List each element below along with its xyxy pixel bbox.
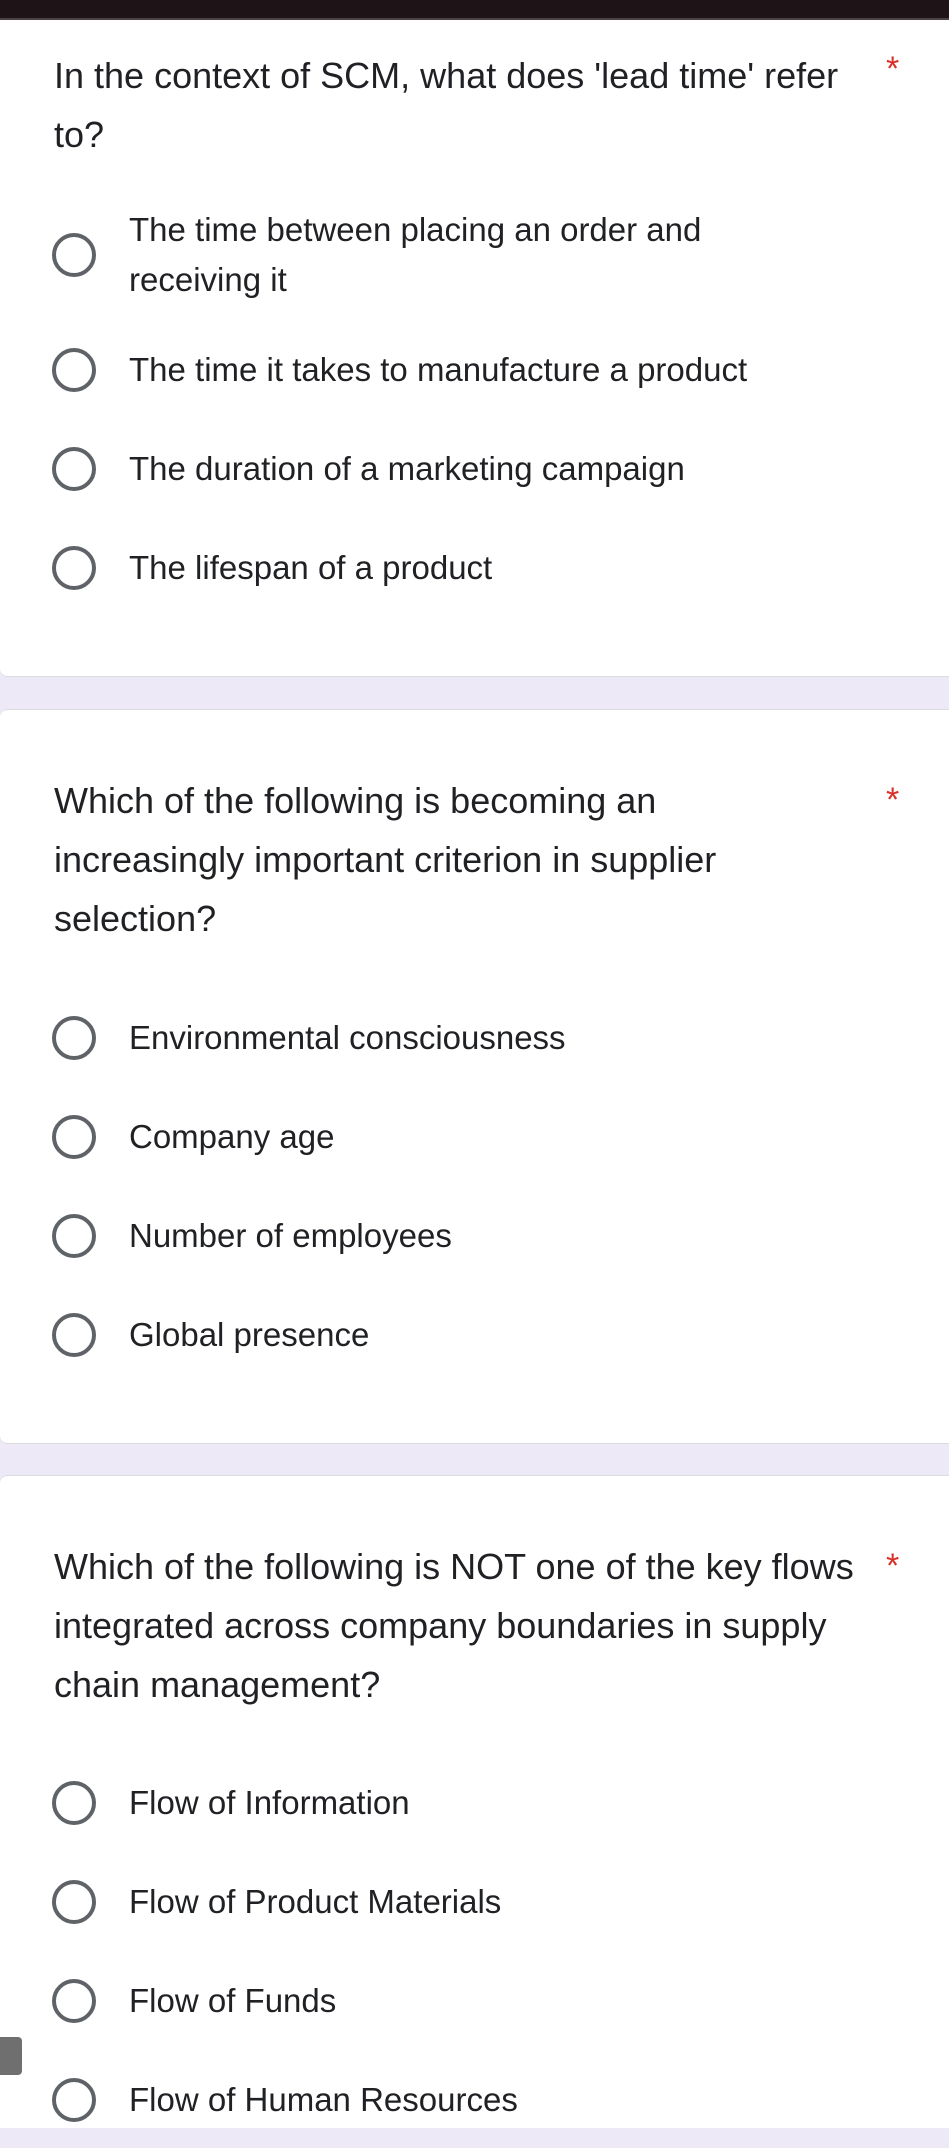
option-label: The time between placing an order and re… (129, 211, 702, 298)
radio-button-icon[interactable] (52, 546, 96, 590)
radio-button-icon[interactable] (52, 233, 96, 277)
question-title: In the context of SCM, what does 'lead t… (54, 55, 839, 155)
radio-button-icon[interactable] (52, 1313, 96, 1357)
radio-option[interactable]: The time it takes to manufacture a produ… (52, 340, 912, 400)
required-asterisk: * (886, 781, 900, 819)
question-card-2: Which of the following is becoming an in… (0, 709, 949, 1444)
scroll-handle[interactable] (0, 2037, 22, 2075)
radio-button-icon[interactable] (52, 348, 96, 392)
option-label: Global presence (129, 1316, 370, 1353)
option-label: Flow of Human Resources (129, 2081, 518, 2118)
radio-option[interactable]: Flow of Human Resources (52, 2070, 912, 2130)
required-asterisk: * (886, 1547, 900, 1585)
radio-button-icon[interactable] (52, 1880, 96, 1924)
option-label: Flow of Funds (129, 1982, 337, 2019)
radio-option[interactable]: Global presence (52, 1305, 912, 1365)
radio-button-icon[interactable] (52, 1016, 96, 1060)
radio-option[interactable]: Flow of Product Materials (52, 1872, 912, 1932)
radio-option[interactable]: Number of employees (52, 1206, 912, 1266)
question-card-1: In the context of SCM, what does 'lead t… (0, 20, 949, 677)
radio-button-icon[interactable] (52, 1781, 96, 1825)
radio-option[interactable]: The time between placing an order and re… (52, 200, 792, 310)
option-label: Environmental consciousness (129, 1019, 566, 1056)
question-title: Which of the following is becoming an in… (54, 780, 717, 939)
radio-option[interactable]: Flow of Funds (52, 1971, 912, 2031)
option-label: Company age (129, 1118, 335, 1155)
radio-button-icon[interactable] (52, 1214, 96, 1258)
option-label: The duration of a marketing campaign (129, 450, 685, 487)
radio-option[interactable]: The lifespan of a product (52, 538, 912, 598)
radio-button-icon[interactable] (52, 1979, 96, 2023)
radio-option[interactable]: Company age (52, 1107, 912, 1167)
question-title: Which of the following is NOT one of the… (54, 1546, 854, 1705)
top-status-bar (0, 0, 949, 20)
option-label: Number of employees (129, 1217, 452, 1254)
radio-option[interactable]: Flow of Information (52, 1773, 912, 1833)
required-asterisk: * (886, 50, 900, 88)
option-label: Flow of Information (129, 1784, 410, 1821)
radio-button-icon[interactable] (52, 1115, 96, 1159)
option-label: Flow of Product Materials (129, 1883, 502, 1920)
radio-option[interactable]: Environmental consciousness (52, 1008, 912, 1068)
option-label: The time it takes to manufacture a produ… (129, 351, 748, 388)
radio-button-icon[interactable] (52, 2078, 96, 2122)
radio-button-icon[interactable] (52, 447, 96, 491)
option-label: The lifespan of a product (129, 549, 493, 586)
question-card-3: Which of the following is NOT one of the… (0, 1475, 949, 2128)
radio-option[interactable]: The duration of a marketing campaign (52, 439, 912, 499)
